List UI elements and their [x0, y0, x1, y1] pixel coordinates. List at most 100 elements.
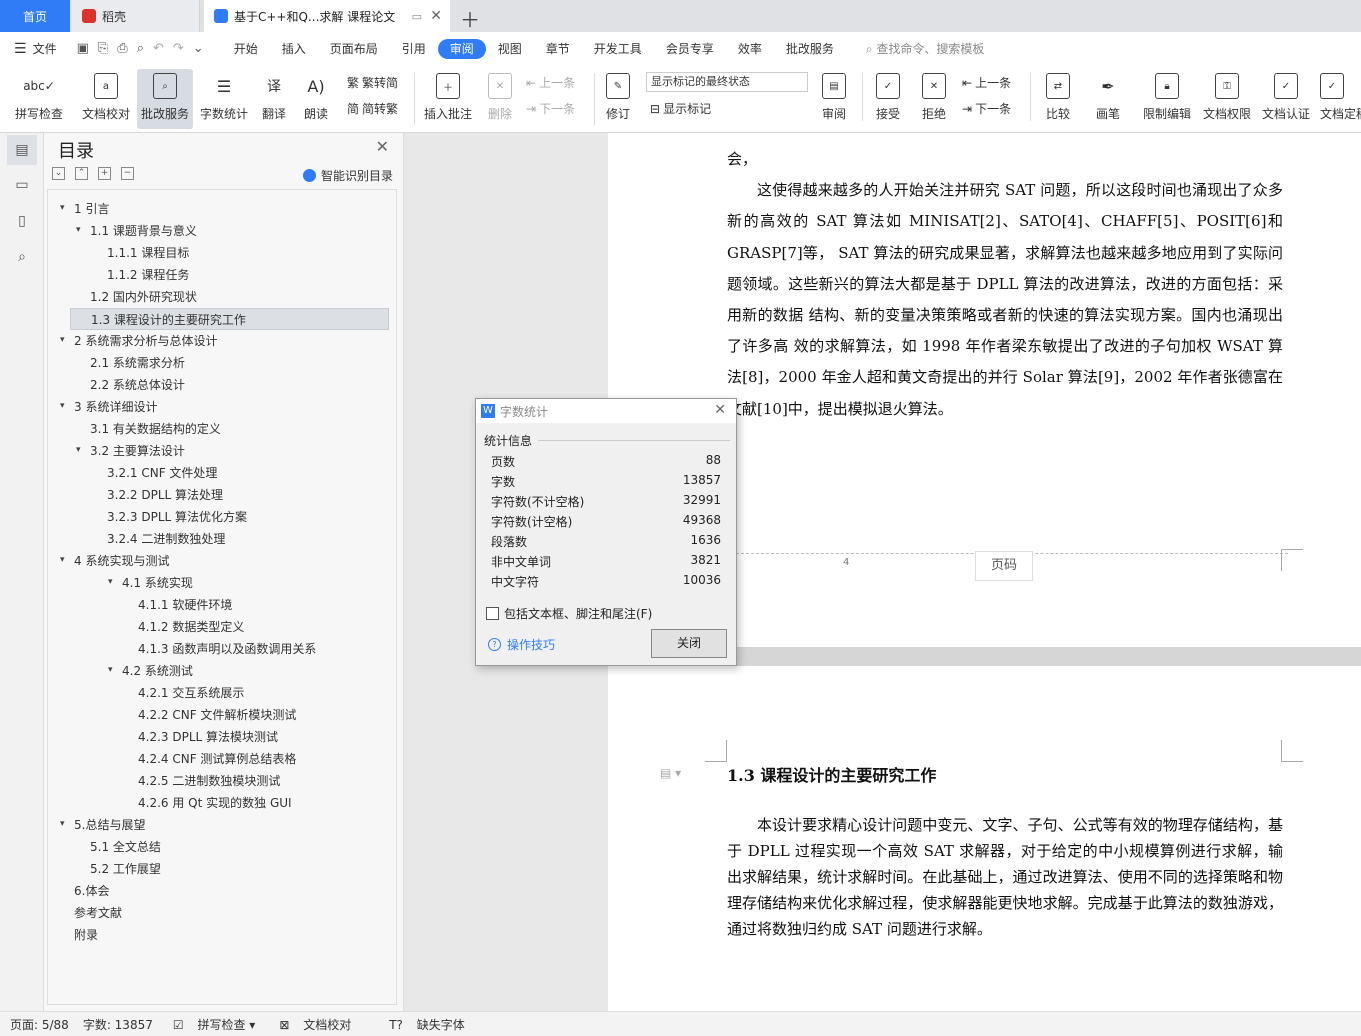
- close-button[interactable]: 关闭: [651, 629, 727, 658]
- tab-daoke[interactable]: 稻壳: [72, 0, 200, 32]
- toc-item[interactable]: 5.总结与展望: [74, 814, 145, 836]
- next-comment-button[interactable]: ⇥ 下一条: [526, 100, 575, 117]
- trad-to-simp-button[interactable]: 繁繁转简: [347, 74, 398, 91]
- close-icon[interactable]: ✕: [714, 402, 726, 418]
- next-change-button[interactable]: ⇥ 下一条: [962, 100, 1011, 117]
- simp-to-trad-button[interactable]: 简简转繁: [347, 100, 398, 117]
- toc-expand-arrow-icon[interactable]: ▾: [60, 819, 65, 829]
- prev-comment-button[interactable]: ⇤ 上一条: [526, 74, 575, 91]
- toc-item[interactable]: 2.2 系统总体设计: [90, 374, 185, 396]
- toc-item[interactable]: 4 系统实现与测试: [74, 550, 169, 572]
- toc-item[interactable]: 1.1.1 课程目标: [107, 242, 189, 264]
- new-tab-icon[interactable]: ＋: [460, 4, 480, 33]
- toc-expand-arrow-icon[interactable]: ▾: [108, 577, 113, 587]
- toc-item[interactable]: 4.2.3 DPLL 算法模块测试: [138, 726, 278, 748]
- doc-permission-button[interactable]: ⚿ 文档权限: [1200, 69, 1254, 129]
- toc-item[interactable]: 2 系统需求分析与总体设计: [74, 330, 217, 352]
- revise-button[interactable]: ✎ 修订: [600, 69, 636, 129]
- toc-item[interactable]: 附录: [74, 924, 98, 946]
- toc-item[interactable]: 3 系统详细设计: [74, 396, 157, 418]
- toc-expand-arrow-icon[interactable]: ▾: [76, 445, 81, 455]
- show-markup-button[interactable]: ⊟ 显示标记: [650, 100, 711, 117]
- file-menu[interactable]: 文件: [33, 40, 57, 57]
- read-aloud-button[interactable]: A) 朗读: [300, 69, 332, 129]
- remove-heading-icon[interactable]: −: [121, 167, 134, 180]
- close-icon[interactable]: ✕: [376, 137, 389, 156]
- collapse-all-icon[interactable]: ⌄: [52, 167, 65, 180]
- menu-item[interactable]: 效率: [726, 39, 774, 59]
- toc-item[interactable]: 参考文献: [74, 902, 122, 924]
- toc-item[interactable]: 4.1.1 软硬件环境: [138, 594, 232, 616]
- toc-item[interactable]: 3.2.2 DPLL 算法处理: [107, 484, 223, 506]
- menu-item[interactable]: 批改服务: [774, 39, 846, 59]
- checkbox-box[interactable]: [486, 607, 499, 620]
- toc-item[interactable]: 6.体会: [74, 880, 109, 902]
- toc-item[interactable]: 4.1.2 数据类型定义: [138, 616, 244, 638]
- paragraph-handle-icon[interactable]: ▤ ▾: [660, 766, 681, 780]
- redo-icon[interactable]: ↷: [173, 41, 184, 56]
- doc-final-button[interactable]: ✓ 文档定稿: [1320, 69, 1361, 129]
- toc-expand-arrow-icon[interactable]: ▾: [108, 665, 113, 675]
- hamburger-icon[interactable]: ☰: [14, 41, 27, 57]
- insert-comment-button[interactable]: ＋ 插入批注: [422, 69, 474, 129]
- toc-item[interactable]: 3.1 有关数据结构的定义: [90, 418, 221, 440]
- menu-item[interactable]: 引用: [390, 39, 438, 59]
- word-count-status[interactable]: 字数: 13857: [83, 1016, 153, 1033]
- print-icon[interactable]: ⎙: [117, 41, 127, 56]
- doc-proof-button[interactable]: a 文档校对: [78, 69, 134, 129]
- include-notes-checkbox[interactable]: 包括文本框、脚注和尾注(F): [486, 605, 652, 622]
- toc-item[interactable]: 3.2 主要算法设计: [90, 440, 185, 462]
- translate-button[interactable]: 译翻译: [256, 69, 292, 129]
- compare-button[interactable]: ⇄ 比较: [1038, 69, 1078, 129]
- toc-item[interactable]: 4.1.3 函数声明以及函数调用关系: [138, 638, 316, 660]
- toc-expand-arrow-icon[interactable]: ▾: [60, 335, 65, 345]
- toc-item[interactable]: 1.3 课程设计的主要研究工作: [70, 308, 389, 330]
- ink-button[interactable]: ✒ 画笔: [1090, 69, 1126, 129]
- more-icon[interactable]: ⌄: [193, 41, 204, 56]
- toc-expand-arrow-icon[interactable]: ▾: [60, 555, 65, 565]
- menu-item[interactable]: 开始: [222, 39, 270, 59]
- correction-service-button[interactable]: ⌕ 批改服务: [137, 69, 193, 129]
- toc-item[interactable]: 4.2.4 CNF 测试算例总结表格: [138, 748, 296, 770]
- toc-item[interactable]: 5.2 工作展望: [90, 858, 161, 880]
- toc-item[interactable]: 4.1 系统实现: [122, 572, 193, 594]
- review-pane-button[interactable]: ▤ 审阅: [816, 69, 852, 129]
- menu-item[interactable]: 审阅: [437, 38, 486, 59]
- toc-nav-icon[interactable]: ▤: [7, 135, 37, 165]
- export-icon[interactable]: ⎘: [98, 41, 108, 56]
- menu-item[interactable]: 章节: [534, 39, 582, 59]
- markup-state-select[interactable]: 显示标记的最终状态: [646, 72, 808, 92]
- toc-item[interactable]: 4.2.1 交互系统展示: [138, 682, 244, 704]
- chapter-nav-icon[interactable]: ▭: [12, 177, 32, 197]
- toc-item[interactable]: 1.1.2 课程任务: [107, 264, 189, 286]
- monitor-icon[interactable]: ▭: [412, 10, 422, 23]
- spell-check-status[interactable]: ☑ 拼写检查 ▾: [163, 1016, 255, 1033]
- delete-comment-button[interactable]: ✕ 删除: [482, 69, 518, 129]
- toc-item[interactable]: 3.2.4 二进制数独处理: [107, 528, 225, 550]
- toc-item[interactable]: 4.2 系统测试: [122, 660, 193, 682]
- tips-link[interactable]: ? 操作技巧: [488, 636, 555, 653]
- toc-item[interactable]: 1.1 课题背景与意义: [90, 220, 197, 242]
- search-icon[interactable]: ⌕: [12, 249, 32, 269]
- restrict-edit-button[interactable]: 🔒︎ 限制编辑: [1140, 69, 1194, 129]
- toc-item[interactable]: 4.2.5 二进制数独模块测试: [138, 770, 280, 792]
- word-count-button[interactable]: ☰ 字数统计: [198, 69, 250, 129]
- toc-item[interactable]: 3.2.1 CNF 文件处理: [107, 462, 217, 484]
- toc-item[interactable]: 1 引言: [74, 198, 109, 220]
- menu-item[interactable]: 页面布局: [318, 39, 390, 59]
- close-tab-icon[interactable]: ✕: [430, 8, 442, 24]
- toc-item[interactable]: 3.2.3 DPLL 算法优化方案: [107, 506, 247, 528]
- doc-auth-button[interactable]: ✓ 文档认证: [1259, 69, 1313, 129]
- page-indicator[interactable]: 页面: 5/88: [10, 1016, 69, 1033]
- menu-item[interactable]: 插入: [270, 39, 318, 59]
- smart-toc-button[interactable]: 智能识别目录: [303, 167, 393, 184]
- add-heading-icon[interactable]: +: [98, 167, 111, 180]
- toc-item[interactable]: 1.2 国内外研究现状: [90, 286, 197, 308]
- command-search[interactable]: ⌕ 查找命令、搜索模板: [866, 40, 985, 57]
- toc-expand-arrow-icon[interactable]: ▾: [60, 401, 65, 411]
- menu-item[interactable]: 会员专享: [654, 39, 726, 59]
- tab-document[interactable]: 基于C++和Q...求解 课程论文 ▭ ✕: [204, 0, 450, 32]
- prev-change-button[interactable]: ⇤ 上一条: [962, 74, 1011, 91]
- menu-item[interactable]: 开发工具: [582, 39, 654, 59]
- menu-item[interactable]: 视图: [486, 39, 534, 59]
